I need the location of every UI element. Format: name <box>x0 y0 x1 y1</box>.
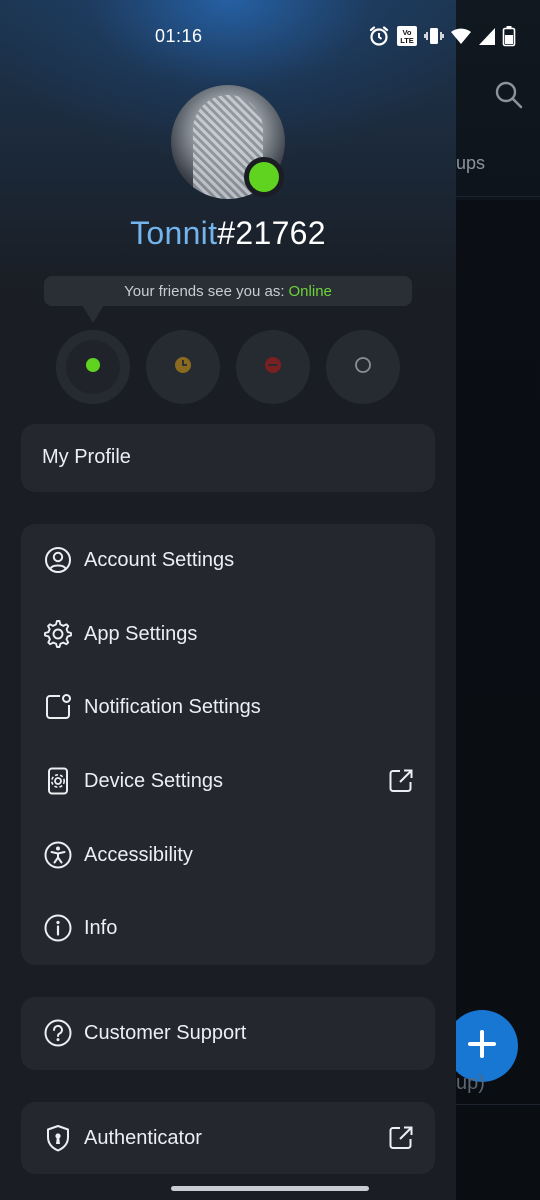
notification-settings-label: Notification Settings <box>84 696 261 718</box>
offline-circle-icon <box>354 356 372 379</box>
search-icon[interactable] <box>494 80 524 110</box>
volte-text-bottom: LTE <box>400 36 414 45</box>
divider <box>456 196 540 197</box>
status-bar: 01:16 Vo LTE <box>0 0 540 72</box>
customer-support-card: Customer Support <box>21 997 435 1070</box>
signal-icon <box>478 26 496 46</box>
device-gear-icon <box>43 766 73 796</box>
status-tooltip: Your friends see you as: Online <box>44 276 412 306</box>
settings-card: Account Settings App Settings Notificati… <box>21 524 435 965</box>
battery-icon <box>502 25 516 47</box>
status-offline-button[interactable] <box>326 330 400 404</box>
device-settings-item[interactable]: Device Settings <box>21 746 435 816</box>
customer-support-item[interactable]: Customer Support <box>21 998 435 1068</box>
status-online-inner <box>66 340 120 394</box>
shield-lock-icon <box>43 1123 73 1153</box>
clock-icon <box>174 356 192 379</box>
my-profile-label: My Profile <box>42 446 131 468</box>
divider <box>456 1104 540 1105</box>
accessibility-item[interactable]: Accessibility <box>21 820 435 890</box>
account-circle-icon <box>43 545 73 575</box>
username-name: Tonnit <box>130 215 218 251</box>
do-not-disturb-icon <box>264 356 282 379</box>
account-settings-label: Account Settings <box>84 549 235 571</box>
tooltip-arrow <box>82 305 104 323</box>
account-settings-item[interactable]: Account Settings <box>21 525 435 595</box>
my-profile-button[interactable]: My Profile <box>21 424 435 492</box>
username: Tonnit#21762 <box>0 215 456 252</box>
status-away-button[interactable] <box>146 330 220 404</box>
status-busy-button[interactable] <box>236 330 310 404</box>
status-online-button[interactable] <box>56 330 130 404</box>
authenticator-item[interactable]: Authenticator <box>21 1103 435 1173</box>
notification-settings-item[interactable]: Notification Settings <box>21 672 435 742</box>
info-icon <box>43 913 73 943</box>
accessibility-label: Accessibility <box>84 844 193 866</box>
notification-icon <box>43 692 73 722</box>
status-tooltip-value: Online <box>288 282 332 300</box>
volte-icon: Vo LTE <box>396 25 418 47</box>
status-tooltip-prefix: Your friends see you as: <box>124 282 285 300</box>
accessibility-icon <box>43 840 73 870</box>
background-tab-groups[interactable]: ups <box>456 153 485 174</box>
gesture-navigation-bar[interactable] <box>171 1186 369 1191</box>
info-label: Info <box>84 917 118 939</box>
online-dot-icon <box>85 357 101 378</box>
external-link-icon <box>387 767 415 795</box>
plus-icon <box>464 1026 500 1067</box>
vibrate-icon <box>424 25 444 47</box>
wifi-icon <box>450 26 472 46</box>
status-clock: 01:16 <box>155 26 203 46</box>
device-settings-label: Device Settings <box>84 770 223 792</box>
authenticator-card: Authenticator <box>21 1102 435 1174</box>
info-item[interactable]: Info <box>21 893 435 963</box>
navigation-drawer: Tonnit#21762 Your friends see you as: On… <box>0 0 456 1200</box>
external-link-icon <box>387 1124 415 1152</box>
fab-label: up) <box>456 1072 485 1094</box>
help-icon <box>43 1018 73 1048</box>
alarm-icon <box>368 25 390 47</box>
app-settings-label: App Settings <box>84 623 198 645</box>
username-tag: #21762 <box>217 215 326 251</box>
gear-icon <box>43 619 73 649</box>
status-icons: Vo LTE <box>368 24 516 48</box>
authenticator-label: Authenticator <box>84 1127 202 1149</box>
customer-support-label: Customer Support <box>84 1022 247 1044</box>
presence-indicator <box>244 157 284 197</box>
app-settings-item[interactable]: App Settings <box>21 599 435 669</box>
